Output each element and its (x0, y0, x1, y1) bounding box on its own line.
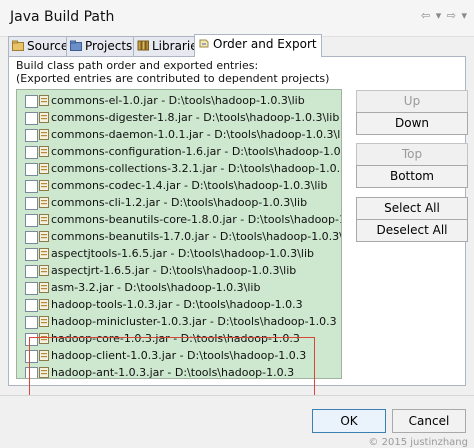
jar-file-icon (39, 180, 49, 191)
history-nav-icon[interactable]: ⇦ ▾ ⇨ ▾ (421, 9, 468, 22)
jar-file-icon (39, 333, 49, 344)
list-item[interactable]: commons-configuration-1.6.jar - D:\tools… (17, 143, 342, 160)
list-item[interactable]: hadoop-minicluster-1.0.3.jar - D:\tools\… (17, 313, 341, 330)
export-checkbox[interactable] (25, 95, 38, 108)
list-item-label: commons-cli-1.2.jar - D:\tools\hadoop-1.… (51, 196, 308, 209)
watermark: © 2015 justinzhang (368, 437, 468, 448)
list-item[interactable]: commons-el-1.0.jar - D:\tools\hadoop-1.0… (17, 92, 341, 109)
jar-file-icon (39, 282, 49, 293)
list-item-label: commons-beanutils-1.7.0.jar - D:\tools\h… (51, 230, 342, 243)
export-checkbox[interactable] (25, 333, 38, 346)
list-item[interactable]: commons-collections-3.2.1.jar - D:\tools… (17, 160, 342, 177)
source-folder-icon (12, 40, 24, 51)
jar-file-icon (39, 197, 49, 208)
export-checkbox[interactable] (25, 180, 38, 193)
list-item[interactable]: aspectjrt-1.6.5.jar - D:\tools\hadoop-1.… (17, 262, 341, 279)
order-export-icon (199, 39, 209, 48)
jar-file-icon (39, 316, 49, 327)
list-item-label: commons-el-1.0.jar - D:\tools\hadoop-1.0… (51, 94, 305, 107)
up-button[interactable]: Up (356, 90, 468, 113)
export-checkbox[interactable] (25, 248, 38, 261)
ok-button[interactable]: OK (312, 409, 386, 433)
list-item-label: hadoop-tools-1.0.3.jar - D:\tools\hadoop… (51, 298, 303, 311)
top-button[interactable]: Top (356, 143, 468, 166)
jar-file-icon (39, 214, 49, 225)
list-item[interactable]: hadoop-tools-1.0.3.jar - D:\tools\hadoop… (17, 296, 341, 313)
jar-file-icon (39, 129, 49, 140)
list-item-label: commons-digester-1.8.jar - D:\tools\hado… (51, 111, 340, 124)
panel-description: Build class path order and exported entr… (16, 59, 329, 85)
export-checkbox[interactable] (25, 214, 38, 227)
list-item[interactable]: commons-beanutils-1.7.0.jar - D:\tools\h… (17, 228, 342, 245)
jar-file-icon (39, 163, 49, 174)
list-item-label: commons-beanutils-core-1.8.0.jar - D:\to… (51, 213, 342, 226)
export-checkbox[interactable] (25, 350, 38, 363)
jar-file-icon (39, 146, 49, 157)
list-item-label: commons-codec-1.4.jar - D:\tools\hadoop-… (51, 179, 328, 192)
export-checkbox[interactable] (25, 129, 38, 142)
export-checkbox[interactable] (25, 367, 38, 378)
jar-file-icon (39, 95, 49, 106)
export-checkbox[interactable] (25, 231, 38, 244)
list-item-label: hadoop-client-1.0.3.jar - D:\tools\hadoo… (51, 349, 307, 362)
list-item[interactable]: asm-3.2.jar - D:\tools\hadoop-1.0.3\lib (17, 279, 341, 296)
list-item-label: hadoop-ant-1.0.3.jar - D:\tools\hadoop-1… (51, 366, 295, 379)
export-checkbox[interactable] (25, 163, 38, 176)
export-checkbox[interactable] (25, 146, 38, 159)
order-export-panel: Build class path order and exported entr… (8, 56, 468, 419)
export-checkbox[interactable] (25, 265, 38, 278)
list-item[interactable]: commons-cli-1.2.jar - D:\tools\hadoop-1.… (17, 194, 341, 211)
list-item-label: commons-daemon-1.0.1.jar - D:\tools\hado… (51, 128, 342, 141)
export-checkbox[interactable] (25, 112, 38, 125)
tab-order-and-export[interactable]: Order and Export (194, 34, 322, 57)
tab-projects[interactable]: Projects (66, 36, 138, 56)
export-checkbox[interactable] (25, 282, 38, 295)
list-item[interactable]: commons-codec-1.4.jar - D:\tools\hadoop-… (17, 177, 341, 194)
jar-file-icon (39, 248, 49, 259)
description-line-2: (Exported entries are contributed to dep… (16, 72, 330, 85)
list-item[interactable]: hadoop-ant-1.0.3.jar - D:\tools\hadoop-1… (17, 364, 341, 379)
jar-file-icon (39, 265, 49, 276)
jar-file-icon (39, 231, 49, 242)
tab-source-label: Source (27, 39, 69, 53)
list-item-label: commons-collections-3.2.1.jar - D:\tools… (51, 162, 342, 175)
export-checkbox[interactable] (25, 197, 38, 210)
classpath-entry-list[interactable]: commons-el-1.0.jar - D:\tools\hadoop-1.0… (16, 89, 342, 379)
select-all-button[interactable]: Select All (356, 197, 468, 220)
list-item-label: hadoop-minicluster-1.0.3.jar - D:\tools\… (51, 315, 337, 328)
tab-source[interactable]: Source (8, 36, 74, 56)
list-item[interactable]: commons-daemon-1.0.1.jar - D:\tools\hado… (17, 126, 342, 143)
jar-file-icon (39, 299, 49, 310)
tab-order-and-export-label: Order and Export (213, 37, 317, 51)
tab-projects-label: Projects (85, 39, 133, 53)
jar-file-icon (39, 112, 49, 123)
list-item-label: commons-configuration-1.6.jar - D:\tools… (51, 145, 342, 158)
cancel-button[interactable]: Cancel (392, 409, 466, 433)
list-item[interactable]: hadoop-client-1.0.3.jar - D:\tools\hadoo… (17, 347, 341, 364)
list-item-label: aspectjrt-1.6.5.jar - D:\tools\hadoop-1.… (51, 264, 297, 277)
jar-file-icon (39, 350, 49, 361)
export-checkbox[interactable] (25, 316, 38, 329)
deselect-all-button[interactable]: Deselect All (356, 219, 468, 242)
list-item[interactable]: hadoop-core-1.0.3.jar - D:\tools\hadoop-… (17, 330, 341, 347)
export-checkbox[interactable] (25, 299, 38, 312)
title-bar: Java Build Path ⇦ ▾ ⇨ ▾ (0, 0, 474, 37)
jar-file-icon (39, 367, 49, 378)
window-title: Java Build Path (10, 9, 115, 25)
down-button[interactable]: Down (356, 112, 468, 135)
libraries-icon (137, 40, 149, 51)
list-item-label: hadoop-core-1.0.3.jar - D:\tools\hadoop-… (51, 332, 300, 345)
list-item-label: aspectjtools-1.6.5.jar - D:\tools\hadoop… (51, 247, 314, 260)
bottom-button[interactable]: Bottom (356, 165, 468, 188)
list-item-label: asm-3.2.jar - D:\tools\hadoop-1.0.3\lib (51, 281, 261, 294)
list-item[interactable]: aspectjtools-1.6.5.jar - D:\tools\hadoop… (17, 245, 341, 262)
list-item[interactable]: commons-digester-1.8.jar - D:\tools\hado… (17, 109, 341, 126)
projects-icon (70, 40, 82, 51)
description-line-1: Build class path order and exported entr… (16, 59, 259, 72)
list-item[interactable]: commons-beanutils-core-1.8.0.jar - D:\to… (17, 211, 342, 228)
